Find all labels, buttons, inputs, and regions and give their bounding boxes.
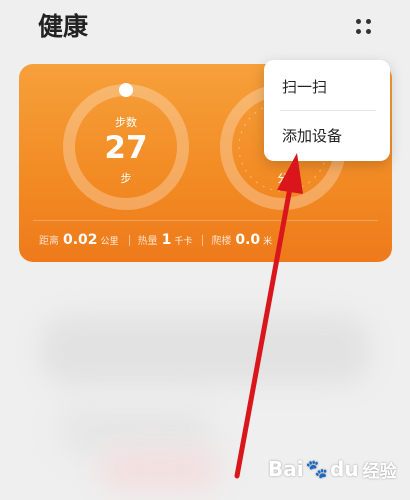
watermark-text: 经验 xyxy=(362,461,397,482)
stat-distance-label: 距离 xyxy=(39,236,59,247)
blurred-content xyxy=(100,450,220,490)
more-dots-icon[interactable] xyxy=(352,15,378,41)
menu-item-add-device[interactable]: 添加设备 xyxy=(264,111,390,159)
stat-calories-unit: 千卡 xyxy=(174,237,193,247)
stat-calories-label: 热量 xyxy=(137,236,158,247)
stat-separator xyxy=(202,234,204,246)
stat-calories: 热量 1 千卡 xyxy=(138,232,193,248)
popup-menu: 扫一扫 添加设备 xyxy=(264,60,390,161)
watermark-logo: Bai xyxy=(268,457,304,481)
stat-distance: 距离 0.02 公里 xyxy=(39,232,119,248)
card-divider xyxy=(33,220,378,221)
steps-ring: 步数 27 步 xyxy=(61,82,191,212)
baidu-watermark: Bai 🐾 du 经验 xyxy=(268,452,397,486)
blurred-content xyxy=(40,315,370,385)
page-title: 健康 xyxy=(38,12,89,41)
watermark-logo-suffix: du xyxy=(330,457,359,481)
steps-value: 27 xyxy=(104,130,148,166)
stat-climb-unit: 米 xyxy=(263,237,273,247)
stat-distance-unit: 公里 xyxy=(100,237,119,247)
stat-climb-label: 爬楼 xyxy=(211,236,232,247)
stat-climb-value: 0.0 xyxy=(235,232,261,248)
stat-separator xyxy=(128,234,130,246)
menu-item-scan[interactable]: 扫一扫 xyxy=(264,62,390,110)
stat-calories-value: 1 xyxy=(161,232,172,248)
stat-distance-value: 0.02 xyxy=(63,232,98,248)
steps-label: 步数 xyxy=(115,116,137,129)
steps-unit: 步 xyxy=(120,172,132,185)
paw-icon: 🐾 xyxy=(305,458,329,480)
second-ring-unit: 分 xyxy=(277,172,289,185)
stat-climb: 爬楼 0.0 米 xyxy=(211,232,272,248)
stats-row: 距离 0.02 公里 热量 1 千卡 爬楼 0.0 米 xyxy=(39,230,282,250)
blurred-content xyxy=(60,405,210,455)
